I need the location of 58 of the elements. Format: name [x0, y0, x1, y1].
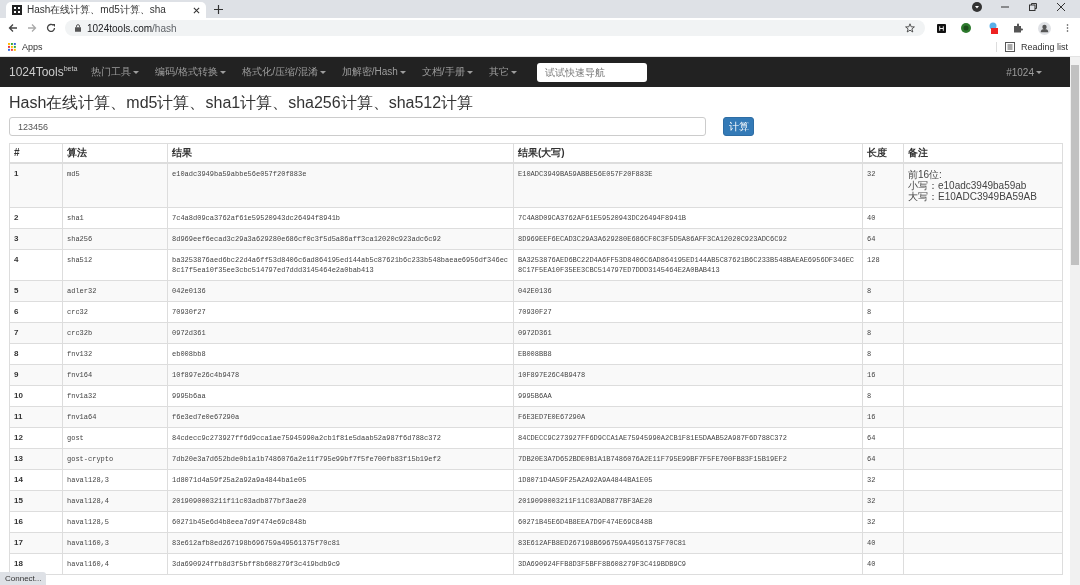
- new-tab-icon[interactable]: [214, 5, 223, 14]
- close-icon[interactable]: [1056, 2, 1066, 12]
- table-cell: 10: [9, 385, 63, 407]
- scrollbar[interactable]: [1070, 57, 1080, 585]
- nav-menu[interactable]: 其它: [488, 65, 517, 79]
- search-field[interactable]: 试试快速导航: [536, 62, 647, 82]
- table-cell: 13: [9, 448, 63, 470]
- close-icon[interactable]: [193, 6, 200, 14]
- table-cell: 8: [9, 343, 63, 365]
- table-cell: 1: [9, 163, 63, 208]
- calculate-button[interactable]: 计算: [723, 117, 754, 136]
- nav-menu[interactable]: 文档/手册: [421, 65, 473, 79]
- nav-menu[interactable]: #1024: [1006, 66, 1042, 78]
- tab-search-icon[interactable]: [972, 2, 982, 12]
- apps-grid-icon: [8, 43, 16, 51]
- note-text: 大写：E10ADC3949BA59AB: [908, 191, 1038, 202]
- lock-icon: [75, 24, 81, 32]
- table-cell: 2: [9, 207, 63, 229]
- reading-list-button[interactable]: Reading list: [995, 42, 1068, 52]
- extension-icon[interactable]: [937, 23, 946, 33]
- reading-list-icon: [1004, 42, 1015, 52]
- profile-avatar-icon[interactable]: [1038, 21, 1051, 35]
- browser-tab[interactable]: Hash在线计算、md5计算、sha: [6, 2, 206, 18]
- extensions-puzzle-icon[interactable]: [1013, 23, 1023, 33]
- site-brand[interactable]: 1024Tools$^{beta}$: [9, 65, 78, 79]
- menu-icon[interactable]: [1066, 23, 1069, 33]
- table-cell: 9: [9, 364, 63, 386]
- star-icon[interactable]: [905, 23, 915, 33]
- table-cell: 17: [9, 532, 63, 554]
- restore-icon[interactable]: [1028, 2, 1038, 12]
- table-cell: 5: [9, 280, 63, 302]
- table-cell: 7: [9, 322, 63, 344]
- reload-icon[interactable]: [46, 23, 56, 33]
- table-cell: 3: [9, 228, 63, 250]
- table-cell: 16: [9, 511, 63, 533]
- table-cell: 15: [9, 490, 63, 512]
- note-text: 小写：e10adc3949ba59ab: [908, 180, 1028, 191]
- input-field[interactable]: 123456: [9, 117, 706, 136]
- site-logo-icon: [12, 5, 22, 15]
- url-text: 1024tools.com/hash: [87, 22, 177, 34]
- nav-menu[interactable]: 格式化/压缩/混淆: [242, 65, 326, 79]
- nav-menu[interactable]: 热门工具: [91, 65, 140, 79]
- page-heading: Hash在线计算、md5计算、sha1计算、sha256计算、sha512计算: [9, 94, 475, 112]
- table-cell: 11: [9, 406, 63, 428]
- back-icon[interactable]: [8, 23, 18, 33]
- nav-menu[interactable]: 加解密/Hash: [341, 65, 406, 79]
- status-text: Connect...: [0, 572, 47, 585]
- note-text: 前16位:: [908, 169, 943, 180]
- table-cell: 12: [9, 427, 63, 449]
- extension-icon[interactable]: [961, 23, 971, 33]
- table-cell: 14: [9, 469, 63, 491]
- address-bar[interactable]: 1024tools.com/hash: [65, 20, 925, 36]
- apps-bookmark[interactable]: Apps: [8, 42, 43, 52]
- table-cell: 4: [9, 249, 63, 281]
- scrollbar-thumb[interactable]: [1071, 65, 1079, 265]
- tab-title: Hash在线计算、md5计算、sha: [27, 3, 167, 17]
- table-cell: 6: [9, 301, 63, 323]
- nav-menu[interactable]: 编码/格式转换: [155, 65, 227, 79]
